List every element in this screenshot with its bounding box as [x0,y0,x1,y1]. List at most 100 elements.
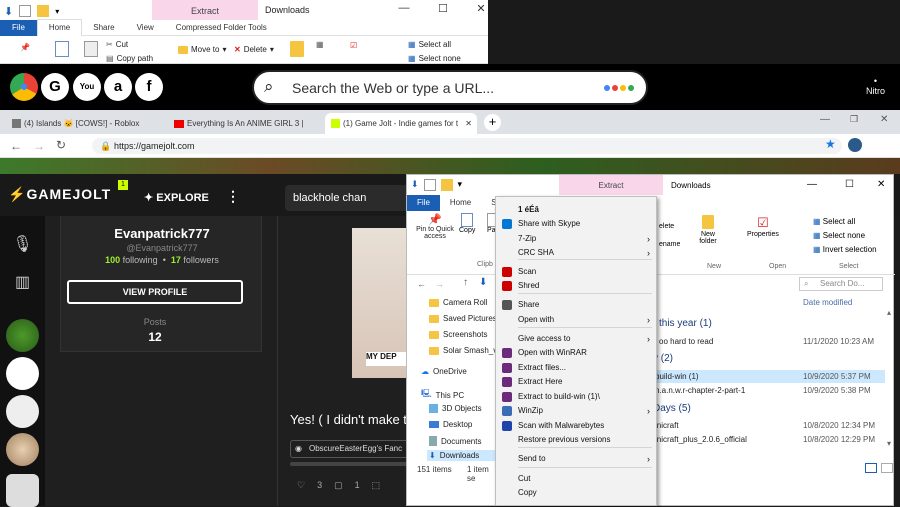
nav-item-3d-objects[interactable]: 3D Objects [429,404,482,413]
close-tab-icon[interactable]: ✕ [465,119,472,128]
back-icon[interactable]: ← [417,279,426,289]
following-label[interactable]: following [123,255,158,265]
select-none-button[interactable]: ▦ Select none [408,54,461,63]
community-tag[interactable]: ◉ ObscureEasterEgg's Fanc [290,440,410,458]
copy-icon[interactable] [55,41,69,57]
menu-item[interactable]: Send to › [496,452,656,466]
down-arrow-icon[interactable]: ⬇ [4,5,13,18]
move-to-button[interactable]: Move to ▾ [178,45,226,54]
new-item-icon[interactable]: ▦ [316,40,324,49]
properties-button[interactable]: ☑ Properties [747,215,779,238]
profile-name[interactable]: Evanpatrick777 [61,226,263,241]
tab-file[interactable]: File [0,19,37,36]
maximize-icon[interactable]: ☐ [436,2,450,16]
chrome-icon[interactable]: ● [10,73,38,101]
select-none-button[interactable]: ▦ Select none [813,231,865,240]
extension-icon[interactable] [848,138,862,152]
select-all-button[interactable]: ▦ Select all [408,40,451,49]
library-icon[interactable]: ▥ [6,266,39,299]
url-field[interactable]: 🔒 https://gamejolt.com [92,138,842,154]
minimize-browser-icon[interactable]: — [820,114,830,125]
tab-home[interactable]: Home [440,195,481,211]
nav-item-onedrive[interactable]: ☁ OneDrive [421,367,467,376]
restore-browser-icon[interactable]: ❐ [850,114,858,125]
close-icon[interactable]: ✕ [474,2,488,16]
copy-button[interactable]: Copy [459,213,475,234]
minimize-icon[interactable]: — [397,2,411,16]
nav-item-screenshots[interactable]: Screenshots [429,330,487,339]
menu-item[interactable]: Extract to build-win (1)\ [496,390,656,404]
google-icon[interactable]: G [41,73,69,101]
tab-compressed-folder-tools[interactable]: Compressed Folder Tools [165,20,278,36]
explore-link[interactable]: ✦ EXPLORE [144,191,209,204]
tab-share[interactable]: Share [82,20,125,36]
menu-item[interactable]: Shred [496,279,656,293]
menu-item[interactable]: Extract files... [496,361,656,375]
down-arrow-icon[interactable]: ⬇ [411,179,419,191]
details-view-icon[interactable] [865,463,877,473]
followers-label[interactable]: followers [183,255,219,265]
file-row-name[interactable]: n.a.n.w.r-chapter-2-part-1 [655,386,745,395]
invert-selection-button[interactable]: ▦ Invert selection [813,245,877,254]
more-menu-icon[interactable]: ⋮ [226,188,240,205]
tab-youtube[interactable]: Everything Is An ANIME GIRL 3 | [168,113,323,134]
delete-button[interactable]: elete [659,223,674,230]
menu-item[interactable]: Restore previous versions [496,433,656,447]
nav-item-this-pc[interactable]: 🖳 This PC [421,388,464,402]
gamejolt-logo[interactable]: ⚡GAMEJOLT [8,186,111,203]
comment-icon[interactable]: ▢ [334,480,343,491]
menu-item[interactable]: Open with WinRAR [496,346,656,360]
tab-view[interactable]: View [126,20,165,36]
star-icon[interactable]: ★ [825,137,836,151]
menu-item[interactable]: Share [496,298,656,312]
properties-icon[interactable] [19,5,32,17]
menu-item[interactable]: Open with › [496,313,656,327]
community-roblox-avatar[interactable] [6,474,39,507]
community-dog-avatar[interactable] [6,433,39,466]
menu-item[interactable]: Give access to › [496,332,656,346]
close-icon[interactable]: ✕ [877,179,885,190]
paste-icon[interactable] [84,41,98,57]
new-folder-icon[interactable] [290,41,304,57]
delete-button[interactable]: ✕ Delete ▾ [234,45,274,54]
date-modified-column[interactable]: Date modified [803,298,852,307]
facebook-icon[interactable]: f [135,73,163,101]
community-sans-avatar[interactable] [6,357,39,390]
youtube-icon[interactable]: You [73,73,101,101]
tab-home[interactable]: Home [36,19,83,36]
menu-item[interactable]: Copy [496,486,656,500]
tab-file[interactable]: File [407,195,440,211]
rename-button[interactable]: ename [659,241,680,248]
properties-icon[interactable] [423,179,436,191]
new-tab-button[interactable]: + [484,114,501,131]
tiles-view-icon[interactable] [881,463,893,473]
nav-item-camera-roll[interactable]: Camera Roll [429,298,487,307]
menu-item[interactable]: WinZip › [496,404,656,418]
nav-item-documents[interactable]: Documents [429,436,481,446]
share-icon[interactable]: ⬚ [372,480,381,491]
file-row-name[interactable]: build-win (1) [655,372,699,381]
scroll-up-icon[interactable]: ▴ [887,308,891,317]
cut-button[interactable]: ✂ Cut [106,40,128,49]
minimize-icon[interactable]: — [807,179,817,190]
forward-icon[interactable]: → [435,279,444,289]
tab-gamejolt[interactable]: (1) Game Jolt - Indie games for t ✕ [325,113,477,134]
community-meme-avatar[interactable] [6,395,39,428]
tab-extract-context[interactable]: Extract [559,175,663,195]
folder-search-input[interactable]: ⌕ Search Do... [799,277,883,291]
following-count[interactable]: 100 [105,255,120,265]
menu-item[interactable]: Scan with Malwarebytes [496,419,656,433]
chevron-down-icon[interactable]: ▾ [458,179,463,191]
forward-icon[interactable]: → [33,139,45,153]
nitro-button[interactable]: • Nitro [866,76,885,96]
group-header[interactable]: this year (1) [659,318,712,329]
nav-item-downloads[interactable]: ⬇ Downloads [427,450,495,461]
scroll-down-icon[interactable]: ▾ [887,439,891,448]
menu-item[interactable]: 1 éÉâ [496,203,656,217]
nav-item-solar-smash[interactable]: Solar Smash_v1 [429,346,502,355]
view-profile-button[interactable]: VIEW PROFILE [67,280,243,304]
pin-quick-access-button[interactable]: 📌 Pin to Quick access [413,213,457,240]
menu-item[interactable]: Scan [496,265,656,279]
menu-item[interactable]: CRC SHA › [496,246,656,260]
tab-roblox[interactable]: (4) Islands 🐱 [COWS!] - Roblox [6,113,166,134]
